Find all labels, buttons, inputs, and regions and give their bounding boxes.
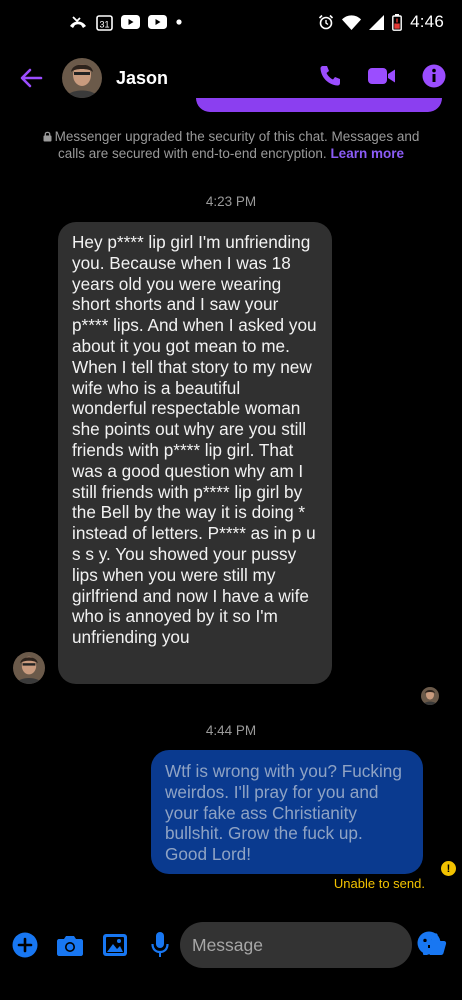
read-receipt-avatar [421, 687, 439, 705]
youtube-icon [121, 15, 140, 29]
lock-icon [43, 131, 52, 142]
status-time: 4:46 [410, 12, 444, 31]
conversation-info-button[interactable] [422, 64, 446, 93]
message-input[interactable] [192, 934, 417, 956]
camera-icon [57, 936, 83, 956]
message-composer [0, 922, 462, 968]
learn-more-link[interactable]: Learn more [330, 146, 404, 161]
like-button[interactable] [421, 930, 449, 958]
alarm-icon [318, 14, 334, 30]
youtube-icon [148, 15, 167, 29]
contact-name[interactable]: Jason [116, 68, 168, 89]
sender-avatar[interactable] [13, 652, 45, 684]
message-field[interactable] [180, 922, 441, 968]
voice-call-button[interactable] [318, 64, 342, 93]
microphone-icon [151, 932, 169, 957]
thumbs-up-icon [423, 933, 447, 955]
send-error-icon[interactable]: ! [441, 861, 456, 876]
phone-icon [320, 65, 340, 85]
incoming-message-bubble[interactable]: Hey p**** lip girl I'm unfriending you. … [58, 222, 332, 684]
more-actions-button[interactable] [10, 930, 40, 960]
encryption-notice: Messenger upgraded the security of this … [40, 128, 422, 162]
message-timestamp: 4:44 PM [205, 723, 257, 738]
back-arrow-icon [20, 68, 43, 88]
previous-outgoing-bubble[interactable] [196, 98, 442, 112]
calendar-date: 31 [99, 19, 109, 29]
contact-avatar[interactable] [62, 58, 102, 98]
message-timestamp: 4:23 PM [205, 194, 257, 209]
gallery-button[interactable] [100, 930, 130, 960]
battery-low-icon [392, 13, 403, 31]
status-bar: 31 4:46 [0, 0, 462, 44]
outgoing-message-bubble[interactable]: Wtf is wrong with you? Fucking weirdos. … [151, 750, 423, 874]
camera-button[interactable] [55, 930, 85, 960]
video-call-button[interactable] [368, 66, 396, 91]
image-icon [103, 934, 127, 956]
plus-circle-icon [12, 932, 38, 958]
video-camera-icon [368, 67, 395, 84]
send-error-text[interactable]: Unable to send. [334, 876, 425, 891]
missed-call-icon [68, 15, 88, 29]
cellular-signal-icon [369, 14, 385, 30]
calendar-icon: 31 [96, 14, 113, 31]
back-button[interactable] [16, 63, 46, 93]
info-icon [422, 64, 446, 87]
wifi-icon [342, 14, 362, 30]
notification-dot-icon [175, 18, 183, 26]
voice-clip-button[interactable] [145, 930, 175, 960]
